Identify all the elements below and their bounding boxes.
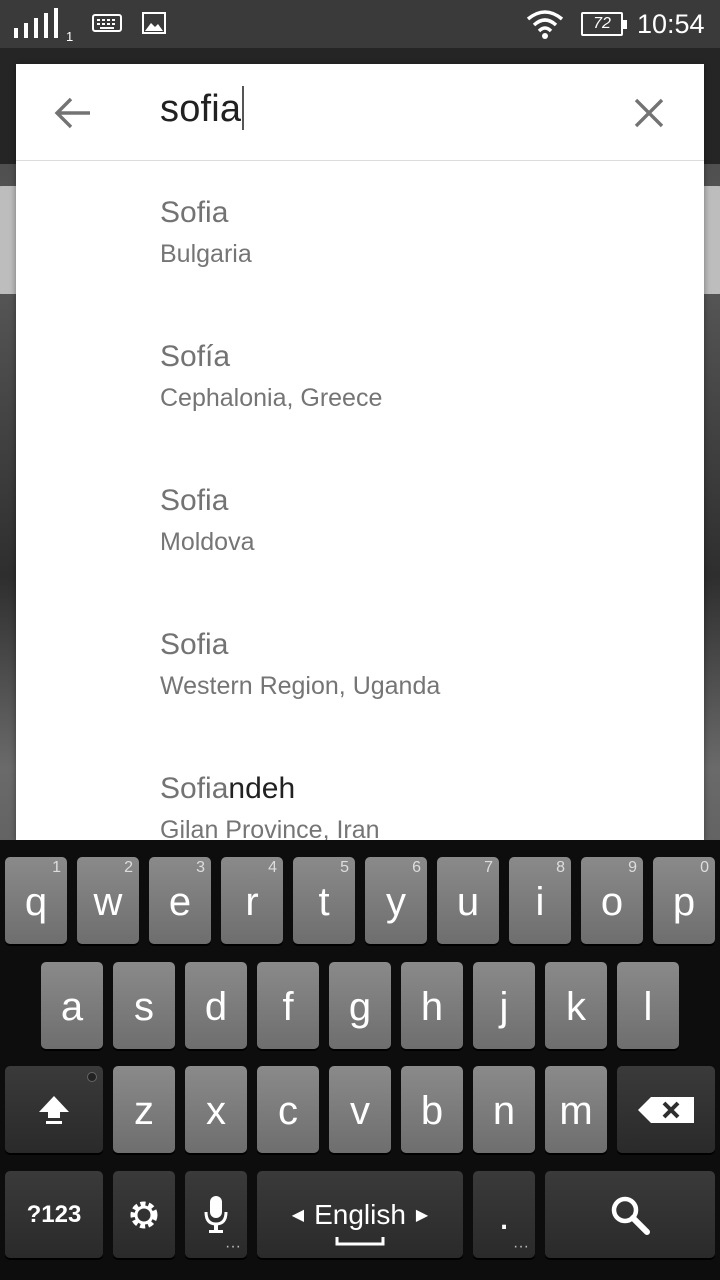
search-key[interactable] [545, 1171, 715, 1258]
microphone-icon [204, 1195, 228, 1233]
key-q[interactable]: 1q [5, 857, 67, 944]
status-bar: 1 72 10:54 [0, 0, 720, 48]
result-item[interactable]: Sofiandeh Gilan Province, Iran [16, 738, 704, 840]
spacebar-key[interactable]: ◀ English ▶ [257, 1171, 463, 1258]
key-p[interactable]: 0p [653, 857, 715, 944]
screen: 1 72 10:54 sofia Sofia Bulgaria Sofía Ce… [0, 0, 720, 1280]
key-m[interactable]: m [545, 1066, 607, 1153]
close-icon [634, 98, 664, 128]
signal-icon: 1 [14, 8, 73, 44]
result-subtitle: Moldova [160, 528, 255, 556]
key-h[interactable]: h [401, 962, 463, 1049]
backspace-icon [638, 1096, 694, 1123]
key-s[interactable]: s [113, 962, 175, 1049]
key-r[interactable]: 4r [221, 857, 283, 944]
period-key[interactable]: . ··· [473, 1171, 535, 1258]
caps-lock-indicator [87, 1072, 97, 1082]
more-dots-icon: ··· [225, 1238, 241, 1255]
result-subtitle: Bulgaria [160, 240, 252, 268]
key-t[interactable]: 5t [293, 857, 355, 944]
results-list: Sofia Bulgaria Sofía Cephalonia, Greece … [16, 162, 704, 840]
voice-input-key[interactable]: ··· [185, 1171, 247, 1258]
key-y[interactable]: 6y [365, 857, 427, 944]
language-next-icon: ▶ [415, 1206, 429, 1224]
shift-arrow-icon [39, 1095, 69, 1124]
key-n[interactable]: n [473, 1066, 535, 1153]
keyboard-icon [92, 14, 122, 32]
language-label: English [314, 1198, 406, 1230]
key-l[interactable]: l [617, 962, 679, 1049]
more-dots-icon: ··· [513, 1238, 529, 1255]
result-name: Sofiandeh [160, 772, 296, 805]
language-prev-icon: ◀ [291, 1206, 305, 1224]
result-subtitle: Cephalonia, Greece [160, 384, 383, 412]
key-b[interactable]: b [401, 1066, 463, 1153]
image-icon [142, 12, 166, 34]
result-item[interactable]: Sofia Western Region, Uganda [16, 594, 704, 738]
symbols-key[interactable]: ?123 [5, 1171, 103, 1258]
result-name: Sofia [160, 196, 229, 229]
key-f[interactable]: f [257, 962, 319, 1049]
key-z[interactable]: z [113, 1066, 175, 1153]
result-item[interactable]: Sofia Moldova [16, 450, 704, 594]
result-subtitle: Western Region, Uganda [160, 672, 441, 700]
result-item[interactable]: Sofía Cephalonia, Greece [16, 306, 704, 450]
battery-icon: 72 [581, 12, 627, 36]
sim-number: 1 [66, 29, 74, 44]
key-a[interactable]: a [41, 962, 103, 1049]
key-u[interactable]: 7u [437, 857, 499, 944]
key-j[interactable]: j [473, 962, 535, 1049]
space-bar-icon [335, 1237, 385, 1246]
search-bar: sofia [16, 64, 704, 161]
key-c[interactable]: c [257, 1066, 319, 1153]
shift-key[interactable] [5, 1066, 103, 1153]
wifi-icon [526, 10, 564, 39]
key-w[interactable]: 2w [77, 857, 139, 944]
arrow-back-icon [54, 97, 90, 129]
key-k[interactable]: k [545, 962, 607, 1049]
key-g[interactable]: g [329, 962, 391, 1049]
clear-button[interactable] [622, 86, 676, 140]
result-name: Sofía [160, 340, 231, 373]
backspace-key[interactable] [617, 1066, 715, 1153]
key-v[interactable]: v [329, 1066, 391, 1153]
key-e[interactable]: 3e [149, 857, 211, 944]
result-name: Sofia [160, 628, 229, 661]
settings-gear-icon [130, 1201, 158, 1228]
search-query-text: sofia [160, 88, 242, 130]
settings-key[interactable] [113, 1171, 175, 1258]
back-button[interactable] [46, 86, 100, 140]
search-input[interactable]: sofia [160, 85, 245, 131]
text-caret [242, 85, 245, 130]
on-screen-keyboard: 1q 2w 3e 4r 5t 6y 7u 8i 9o 0p a s d f g … [0, 840, 720, 1280]
key-x[interactable]: x [185, 1066, 247, 1153]
search-icon [611, 1196, 650, 1235]
result-item[interactable]: Sofia Bulgaria [16, 162, 704, 306]
battery-level: 72 [593, 15, 611, 32]
search-panel: sofia Sofia Bulgaria Sofía Cephalonia, G… [16, 64, 704, 840]
key-o[interactable]: 9o [581, 857, 643, 944]
clock: 10:54 [637, 9, 705, 39]
key-i[interactable]: 8i [509, 857, 571, 944]
result-name: Sofia [160, 484, 229, 517]
result-subtitle: Gilan Province, Iran [160, 816, 380, 840]
key-d[interactable]: d [185, 962, 247, 1049]
